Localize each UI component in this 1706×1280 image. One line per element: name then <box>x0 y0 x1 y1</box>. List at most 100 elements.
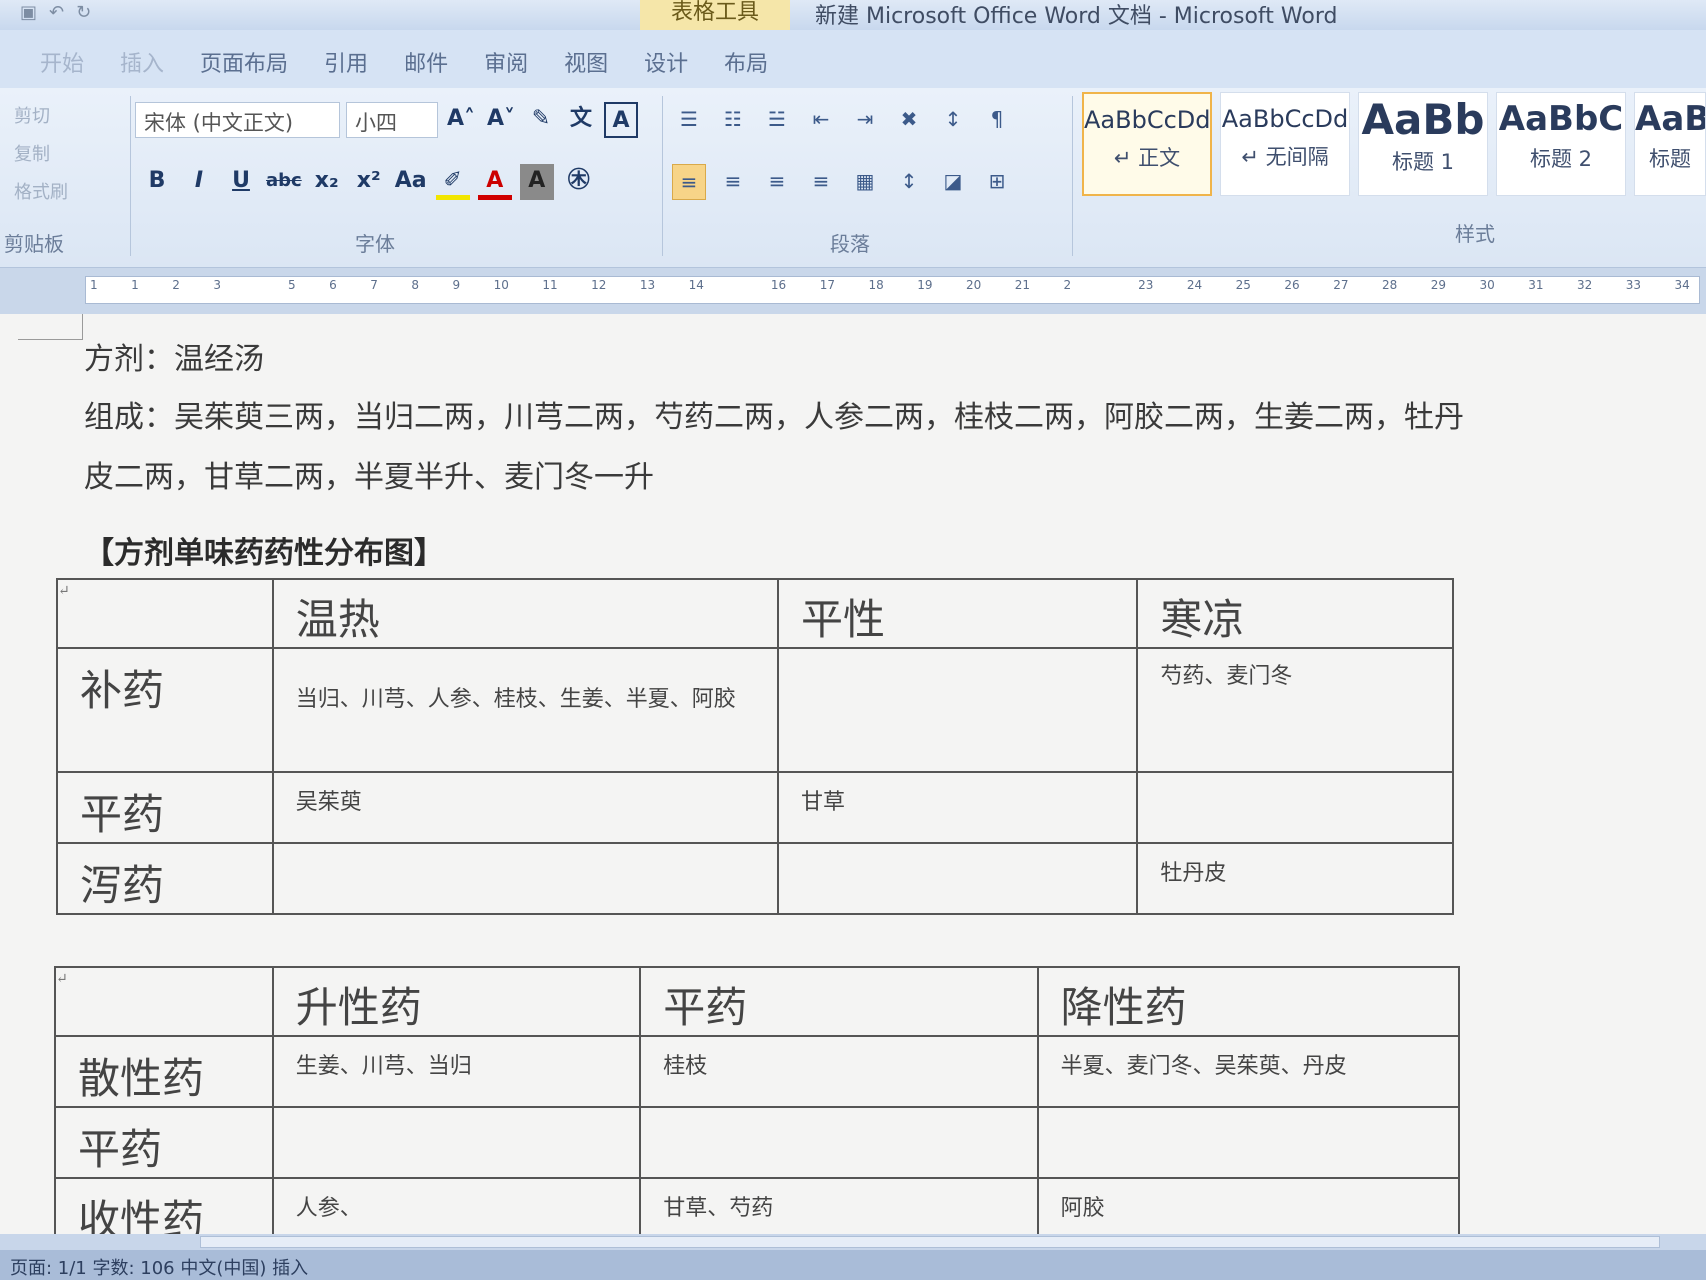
tab-home[interactable]: 开始 <box>22 30 102 88</box>
composition-line[interactable]: 组成：吴茱萸三两，当归二两，川芎二两，芍药二两，人参二两，桂枝二两，阿胶二两，生… <box>84 392 1464 436</box>
shading-icon[interactable]: ◪ <box>936 164 970 200</box>
tab-design[interactable]: 设计 <box>626 30 706 88</box>
phonetic-guide-icon[interactable]: 文 <box>564 102 598 138</box>
asian-layout-icon[interactable]: ✖ <box>892 102 926 138</box>
distributed-icon[interactable]: ▦ <box>848 164 882 200</box>
tab-mailings[interactable]: 邮件 <box>386 30 466 88</box>
table-cell[interactable]: 牡丹皮 <box>1136 842 1454 915</box>
justify-icon[interactable]: ≡ <box>804 164 838 200</box>
strikethrough-button[interactable]: abc <box>266 164 302 200</box>
prescription-line[interactable]: 方剂：温经汤 <box>84 334 264 378</box>
multilevel-list-icon[interactable]: ☱ <box>760 102 794 138</box>
table-cell[interactable]: 半夏、麦门冬、吴茱萸、丹皮 <box>1036 1035 1461 1108</box>
row-label-cell[interactable]: 补药 <box>56 647 274 773</box>
decrease-indent-icon[interactable]: ⇤ <box>804 102 838 138</box>
table-header-cell[interactable]: 平性 <box>776 578 1139 649</box>
row-label-cell[interactable]: 泻药 <box>56 842 274 915</box>
table-cell[interactable] <box>639 1106 1039 1179</box>
font-row-bottom: B I U abc x₂ x² Aa ✐ A A ㊍ <box>140 164 596 200</box>
superscript-button[interactable]: x² <box>352 164 386 200</box>
change-case-button[interactable]: Aa <box>394 164 428 200</box>
table-cell[interactable]: 当归、川芎、人参、桂枝、生姜、半夏、阿胶 <box>271 647 779 773</box>
numbering-icon[interactable]: ☷ <box>716 102 750 138</box>
table-cell[interactable]: 桂枝 <box>639 1035 1039 1108</box>
table-cell[interactable]: 吴茱萸 <box>271 771 779 844</box>
increase-indent-icon[interactable]: ⇥ <box>848 102 882 138</box>
tab-insert[interactable]: 插入 <box>102 30 182 88</box>
table-cell[interactable]: 甘草 <box>776 771 1139 844</box>
underline-button[interactable]: U <box>224 164 258 200</box>
undo-icon[interactable]: ↶ <box>49 2 64 23</box>
highlight-icon[interactable]: ✐ <box>435 164 470 200</box>
tab-page-layout[interactable]: 页面布局 <box>182 30 306 88</box>
table-cell[interactable] <box>776 842 1139 915</box>
composition-line-cont[interactable]: 皮二两，甘草二两，半夏半升、麦门冬一升 <box>84 452 654 496</box>
borders-icon[interactable]: ⊞ <box>980 164 1014 200</box>
char-shading-icon[interactable]: A <box>519 164 554 200</box>
redo-icon[interactable]: ↻ <box>76 2 91 23</box>
section-heading[interactable]: 【方剂单味药药性分布图】 <box>84 528 444 572</box>
table-tools-tab[interactable]: 表格工具 <box>640 0 790 30</box>
font-color-icon[interactable]: A <box>477 164 512 200</box>
status-text: 页面: 1/1 字数: 106 中文(中国) 插入 <box>10 1258 309 1279</box>
row-label-cell[interactable]: 平药 <box>54 1106 274 1179</box>
table-corner-cell[interactable]: ↵ <box>56 578 274 649</box>
table-cell[interactable]: 生姜、川芎、当归 <box>271 1035 642 1108</box>
ruler-tick-label: 2 <box>1063 278 1072 292</box>
scrollbar-thumb[interactable] <box>200 1236 1660 1248</box>
property-table-1[interactable]: ↵ 温热 平性 寒凉 补药 当归、川芎、人参、桂枝、生姜、半夏、阿胶 芍药、麦门… <box>56 578 1454 915</box>
table-header-cell[interactable]: 温热 <box>271 578 779 649</box>
align-center-icon[interactable]: ≡ <box>716 164 750 200</box>
style-title[interactable]: AaB 标题 <box>1634 92 1706 196</box>
ruler-tick-label: 32 <box>1577 278 1593 292</box>
tab-layout[interactable]: 布局 <box>706 30 786 88</box>
bold-button[interactable]: B <box>140 164 174 200</box>
align-right-icon[interactable]: ≡ <box>760 164 794 200</box>
style-heading-2[interactable]: AaBbC 标题 2 <box>1496 92 1626 196</box>
clear-format-icon[interactable]: ✎ <box>524 102 558 138</box>
table-cell[interactable] <box>776 647 1139 773</box>
table-corner-cell[interactable]: ↵ <box>54 966 274 1037</box>
save-icon[interactable]: ▣ <box>20 2 37 23</box>
line-spacing-icon[interactable]: ↕ <box>892 164 926 200</box>
bullets-icon[interactable]: ☰ <box>672 102 706 138</box>
horizontal-ruler[interactable]: 1 1 2 3 5 6 7 8 9 10 11 12 13 14 16 17 18 19 20 21 2 23 24 25 26… <box>0 268 1706 314</box>
copy-button[interactable]: 复制 <box>14 136 124 174</box>
subscript-button[interactable]: x₂ <box>310 164 344 200</box>
font-name-select[interactable]: 宋体 (中文正文) <box>135 102 340 138</box>
row-label-cell[interactable]: 散性药 <box>54 1035 274 1108</box>
ruler-tick-label: 31 <box>1528 278 1544 292</box>
italic-button[interactable]: I <box>182 164 216 200</box>
sort-icon[interactable]: ↕ <box>936 102 970 138</box>
char-border-icon[interactable]: A <box>604 102 638 138</box>
tab-view[interactable]: 视图 <box>546 30 626 88</box>
enclose-char-icon[interactable]: ㊍ <box>562 164 596 200</box>
row-label-cell[interactable]: 平药 <box>56 771 274 844</box>
cut-button[interactable]: 剪切 <box>14 98 124 136</box>
page-corner-mark <box>18 314 83 340</box>
font-size-select[interactable]: 小四 <box>346 102 438 138</box>
style-no-spacing[interactable]: AaBbCcDd ↵ 无间隔 <box>1220 92 1350 196</box>
table-header-cell[interactable]: 平药 <box>639 966 1039 1037</box>
table-header-cell[interactable]: 寒凉 <box>1136 578 1454 649</box>
table-cell[interactable]: 芍药、麦门冬 <box>1136 647 1454 773</box>
document-page[interactable]: 方剂：温经汤 组成：吴茱萸三两，当归二两，川芎二两，芍药二两，人参二两，桂枝二两… <box>0 314 1706 1250</box>
tab-review[interactable]: 审阅 <box>466 30 546 88</box>
grow-font-icon[interactable]: A˄ <box>444 102 478 138</box>
table-cell[interactable] <box>271 842 779 915</box>
tab-references[interactable]: 引用 <box>306 30 386 88</box>
shrink-font-icon[interactable]: A˅ <box>484 102 518 138</box>
style-normal[interactable]: AaBbCcDd ↵ 正文 <box>1082 92 1212 196</box>
table-header-cell[interactable]: 升性药 <box>271 966 642 1037</box>
table-cell[interactable] <box>1036 1106 1461 1179</box>
property-table-2[interactable]: ↵ 升性药 平药 降性药 散性药 生姜、川芎、当归 桂枝 半夏、麦门冬、吴茱萸、… <box>54 966 1461 1250</box>
show-marks-icon[interactable]: ¶ <box>980 102 1014 138</box>
paragraph-row-top: ☰ ☷ ☱ ⇤ ⇥ ✖ ↕ ¶ <box>672 102 1014 138</box>
table-header-cell[interactable]: 降性药 <box>1036 966 1461 1037</box>
table-cell[interactable] <box>271 1106 642 1179</box>
style-heading-1[interactable]: AaBb 标题 1 <box>1358 92 1488 196</box>
format-painter-button[interactable]: 格式刷 <box>14 174 124 212</box>
align-left-icon[interactable]: ≡ <box>672 164 706 200</box>
table-cell[interactable] <box>1136 771 1454 844</box>
font-row-top: 宋体 (中文正文) 小四 A˄ A˅ ✎ 文 A <box>135 102 638 138</box>
